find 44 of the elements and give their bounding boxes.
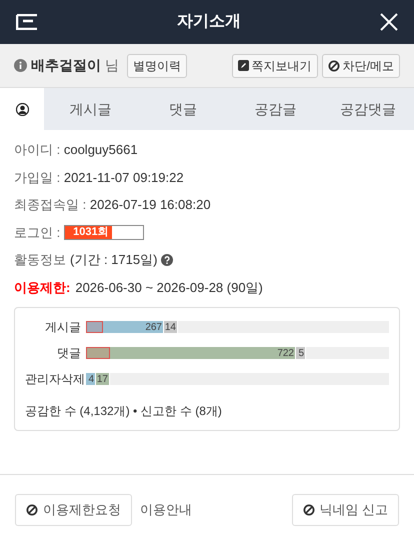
count-segment: 267 <box>103 321 164 333</box>
count-segment: 14 <box>164 321 178 333</box>
stat-label: 게시글 <box>44 319 81 336</box>
info-icon <box>14 59 27 72</box>
pencil-icon <box>238 60 249 71</box>
field-value: coolguy5661 <box>64 141 138 159</box>
message-button[interactable]: 쪽지보내기 <box>232 54 318 78</box>
tab[interactable]: 공감글 <box>229 88 322 130</box>
login-count: 1031회 <box>73 226 109 239</box>
back-icon[interactable] <box>16 14 38 30</box>
user-icon <box>16 102 28 116</box>
field-label: 최종접속일 : <box>14 196 88 214</box>
restriction-label: 이용제한: <box>14 278 70 296</box>
block-icon <box>26 504 38 516</box>
close-icon[interactable] <box>380 13 398 31</box>
field-value: 2026-07-19 16:08:20 <box>90 196 211 214</box>
block-memo-button[interactable]: 차단/메모 <box>322 54 400 78</box>
nickname: 배추겉절이 <box>31 56 101 75</box>
activity-period: (기간 : 1715일) <box>70 251 158 269</box>
activity-label: 활동정보 <box>14 251 66 269</box>
restriction-period: 2026-06-30 ~ 2026-09-28 (90일) <box>75 278 263 297</box>
stat-label: 댓글 <box>56 345 81 362</box>
count-segment: 4 <box>86 373 96 385</box>
window-title: 자기소개 <box>177 12 241 32</box>
field-label: 아이디 : <box>14 141 62 159</box>
restriction-request-button[interactable]: 이용제한요청 <box>15 494 132 526</box>
tab[interactable]: 댓글 <box>136 88 229 130</box>
count-segment: 722 <box>110 347 296 359</box>
field-value: 2021-11-07 09:19:22 <box>64 168 184 186</box>
count-segment: 5 <box>296 347 306 359</box>
nickname-history-button[interactable]: 별명이력 <box>127 54 187 78</box>
help-icon[interactable] <box>161 254 174 266</box>
nickname-report-button[interactable]: 닉네임 신고 <box>292 494 399 526</box>
count-segment: 17 <box>96 373 110 385</box>
tab[interactable]: 공감댓글 <box>322 88 414 130</box>
field-label: 가입일 : <box>14 168 62 186</box>
guide-link[interactable]: 이용안내 <box>140 500 192 520</box>
stats-summary: 공감한 수 (4,132개) • 신고한 수 (8개) <box>25 403 223 420</box>
stat-label: 관리자삭제 <box>25 371 81 388</box>
block-icon <box>328 60 340 72</box>
honorific: 님 <box>105 56 119 75</box>
tab[interactable]: 게시글 <box>44 88 136 130</box>
field-label: 로그인 : <box>14 224 62 242</box>
block-icon <box>303 504 316 516</box>
